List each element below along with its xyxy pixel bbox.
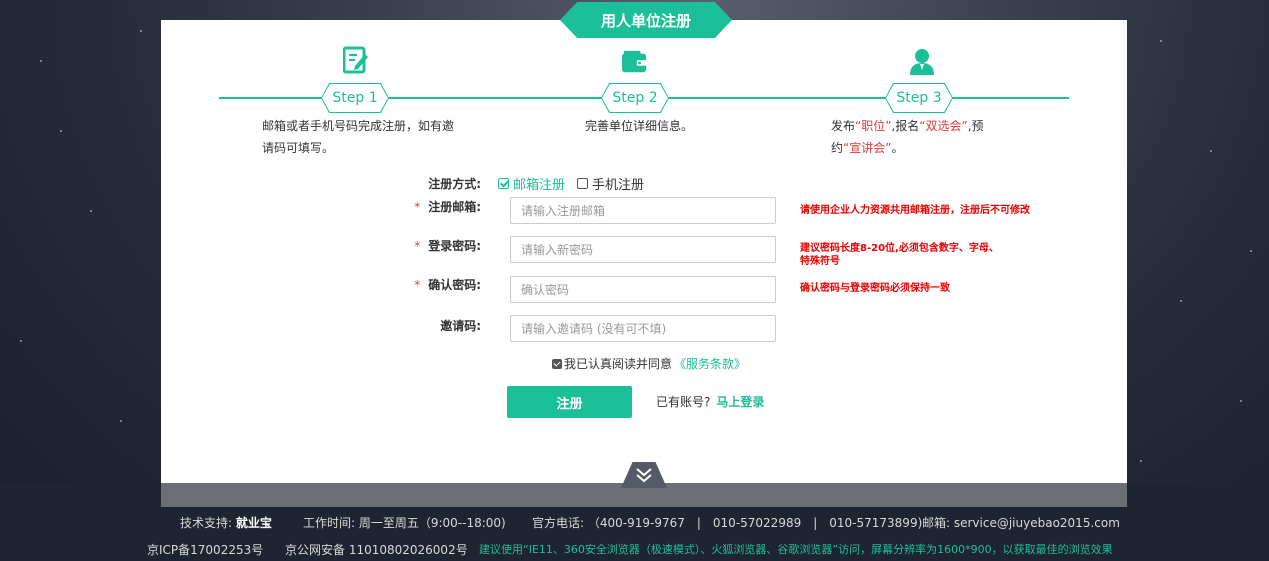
footer-phone: 官方电话: （400-919-9767 | 010-57022989 | 010… bbox=[532, 516, 923, 530]
email-reg-option[interactable]: 邮箱注册 bbox=[498, 174, 565, 193]
agree-checkbox[interactable] bbox=[552, 358, 562, 369]
confirm-password-input[interactable] bbox=[510, 276, 776, 303]
login-prompt: 已有账号? 马上登录 bbox=[656, 395, 765, 409]
password-hint: 建议密码长度8-20位,必须包含数字、字母、 特殊符号 bbox=[800, 243, 999, 267]
invite-code-input[interactable] bbox=[510, 315, 776, 342]
step-3-description: 发布“职位”,报名“双选会”,预 约“宣讲会”。 bbox=[831, 119, 984, 155]
password-label: * 登录密码: bbox=[414, 239, 481, 253]
step-3-badge: Step 3 bbox=[885, 83, 953, 113]
step-1-badge: Step 1 bbox=[321, 83, 389, 113]
footer-support: 技术支持: 就业宝 bbox=[180, 516, 272, 530]
page-title: 用人单位注册 bbox=[560, 2, 732, 38]
register-card: Step 1 邮箱或者手机号码完成注册，如有邀 请码可填写。 Step 2 完善… bbox=[161, 20, 1127, 483]
reg-method-group: 邮箱注册 手机注册 bbox=[498, 174, 644, 193]
step-1-description: 邮箱或者手机号码完成注册，如有邀 请码可填写。 bbox=[262, 119, 455, 155]
login-link[interactable]: 马上登录 bbox=[716, 395, 764, 409]
password-input[interactable] bbox=[510, 236, 776, 263]
checkbox-icon bbox=[577, 178, 589, 189]
confirm-password-hint: 确认密码与登录密码必须保持一致 bbox=[800, 283, 950, 294]
footer-police-record: 京公网安备 11010802026002号 bbox=[285, 543, 468, 557]
checkbox-checked-icon bbox=[498, 178, 509, 189]
step-2-description: 完善单位详细信息。 bbox=[585, 119, 694, 133]
email-input[interactable] bbox=[510, 197, 776, 224]
footer-browser-tip: 建议使用“IE11、360安全浏览器（极速模式）、火狐浏览器、谷歌浏览器”访问，… bbox=[479, 543, 1113, 556]
step-2-badge: Step 2 bbox=[601, 83, 669, 113]
wallet-icon bbox=[621, 50, 647, 73]
footer-hours: 工作时间: 周一至周五（9:00--18:00) bbox=[303, 516, 506, 530]
register-button[interactable]: 注册 bbox=[507, 386, 632, 418]
invite-code-label: 邀请码: bbox=[440, 319, 481, 333]
edit-form-icon bbox=[343, 46, 368, 74]
reg-method-label: 注册方式: bbox=[428, 177, 481, 191]
confirm-password-label: * 确认密码: bbox=[414, 278, 481, 292]
footer-icp: 京ICP备17002253号 bbox=[147, 543, 264, 557]
footer-email: 邮箱: service@jiuyebao2015.com bbox=[922, 516, 1120, 530]
phone-reg-option[interactable]: 手机注册 bbox=[577, 174, 644, 193]
user-icon bbox=[910, 49, 934, 75]
terms-agreement: 我已认真阅读并同意 《服务条款》 bbox=[552, 355, 746, 372]
email-label: * 注册邮箱: bbox=[414, 200, 481, 214]
email-hint: 请使用企业人力资源共用邮箱注册，注册后不可修改 bbox=[800, 205, 1030, 216]
double-chevron-down-icon bbox=[636, 468, 652, 483]
terms-link[interactable]: 《服务条款》 bbox=[674, 355, 746, 372]
